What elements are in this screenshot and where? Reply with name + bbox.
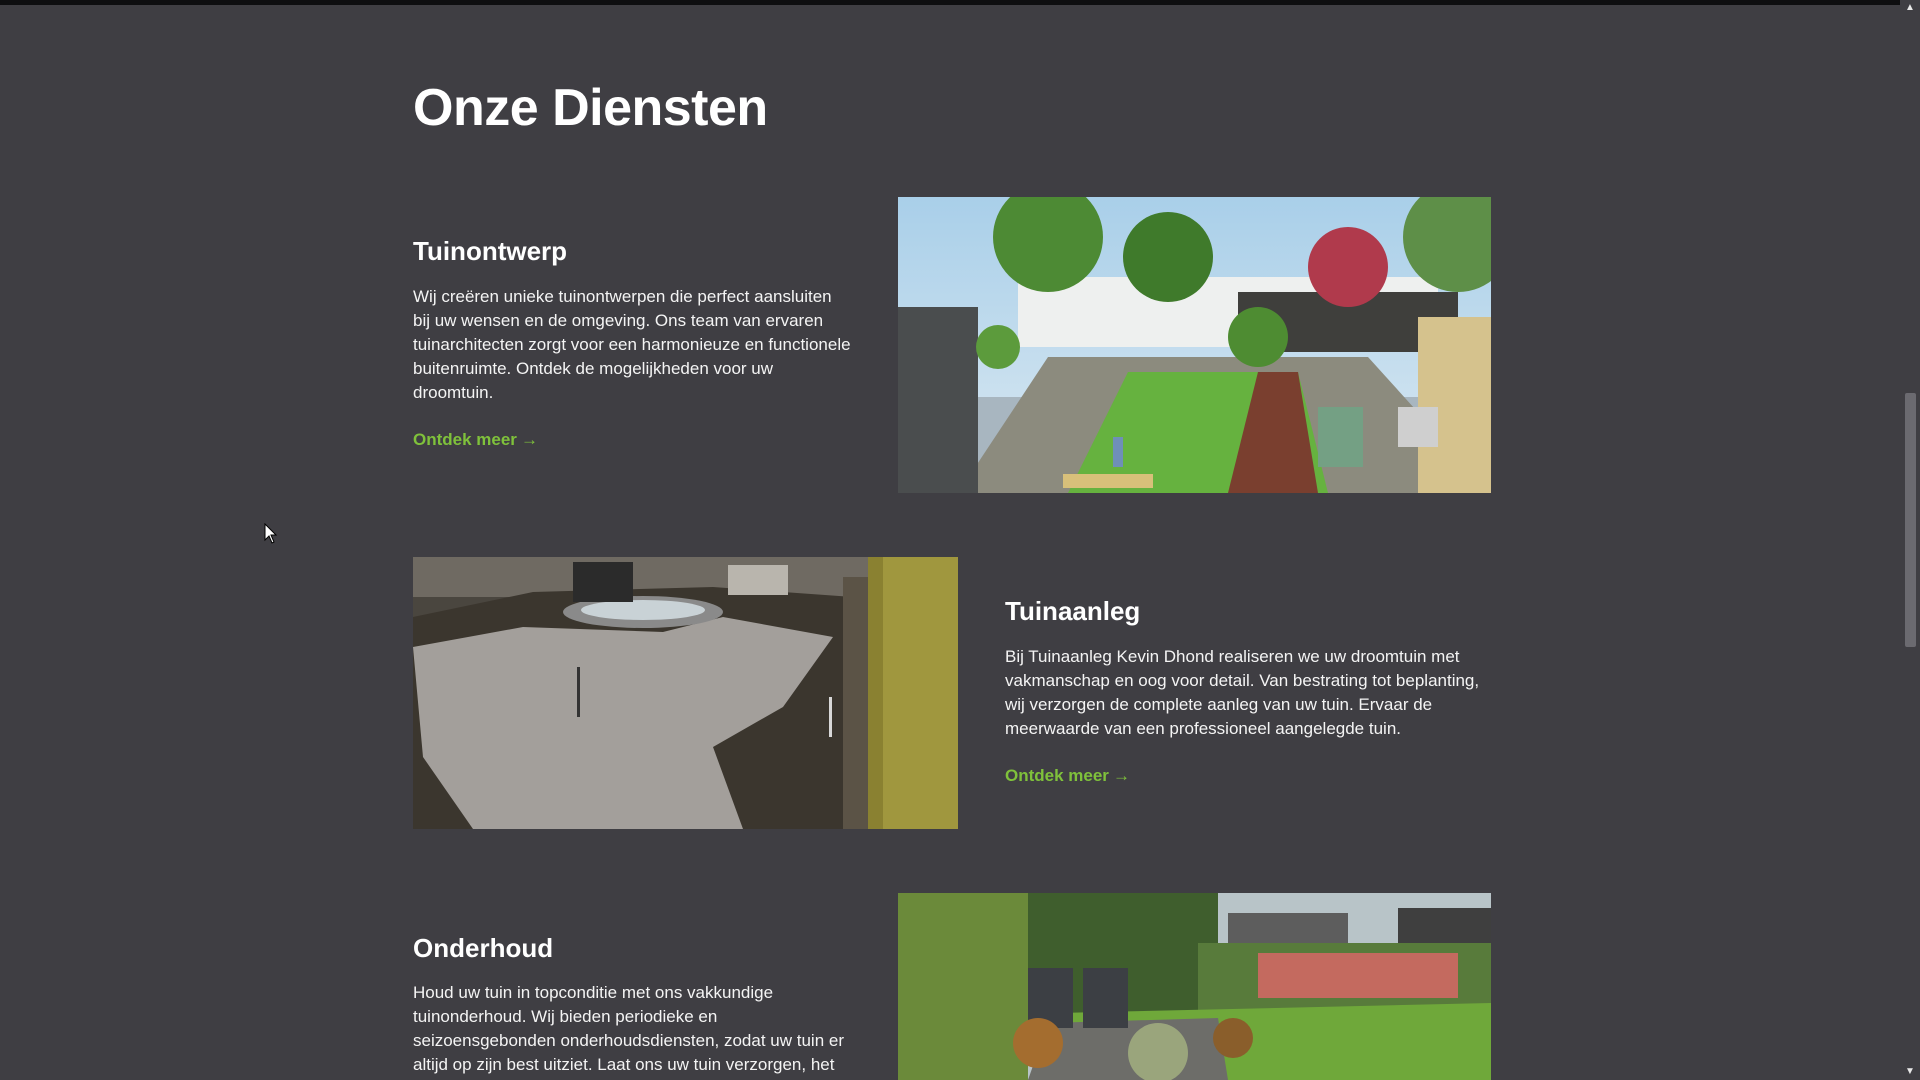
service-title: Onderhoud <box>413 933 554 963</box>
link-label: Ontdek meer <box>1005 766 1109 785</box>
scroll-down-icon[interactable]: ▼ <box>1900 1064 1920 1080</box>
service-description: Houd uw tuin in topconditie met ons vakk… <box>413 983 844 1074</box>
paving-construction-image <box>413 557 958 829</box>
scroll-up-icon[interactable]: ▲ <box>1900 0 1920 16</box>
arrow-right-icon: → <box>1112 766 1130 785</box>
service-title: Tuinontwerp <box>413 236 568 266</box>
service-title: Tuinaanleg <box>1005 596 1141 626</box>
maintained-garden-image <box>898 893 1491 1080</box>
services-section: Onze Diensten Tuinontwerp Wij creëren un… <box>0 0 1900 1080</box>
scrollbar-thumb[interactable] <box>1905 393 1916 647</box>
discover-more-link[interactable]: Ontdek meer → <box>413 430 538 450</box>
arrow-right-icon: → <box>520 430 538 449</box>
section-title: Onze Diensten <box>413 79 768 137</box>
garden-design-image <box>898 197 1491 493</box>
service-description: Bij Tuinaanleg Kevin Dhond realiseren we… <box>1005 647 1480 738</box>
mouse-cursor-icon <box>264 523 278 544</box>
discover-more-link[interactable]: Ontdek meer → <box>1005 766 1130 786</box>
service-description: Wij creëren unieke tuinontwerpen die per… <box>413 287 851 402</box>
vertical-scrollbar[interactable]: ▲ ▼ <box>1900 0 1920 1080</box>
link-label: Ontdek meer <box>413 430 517 449</box>
